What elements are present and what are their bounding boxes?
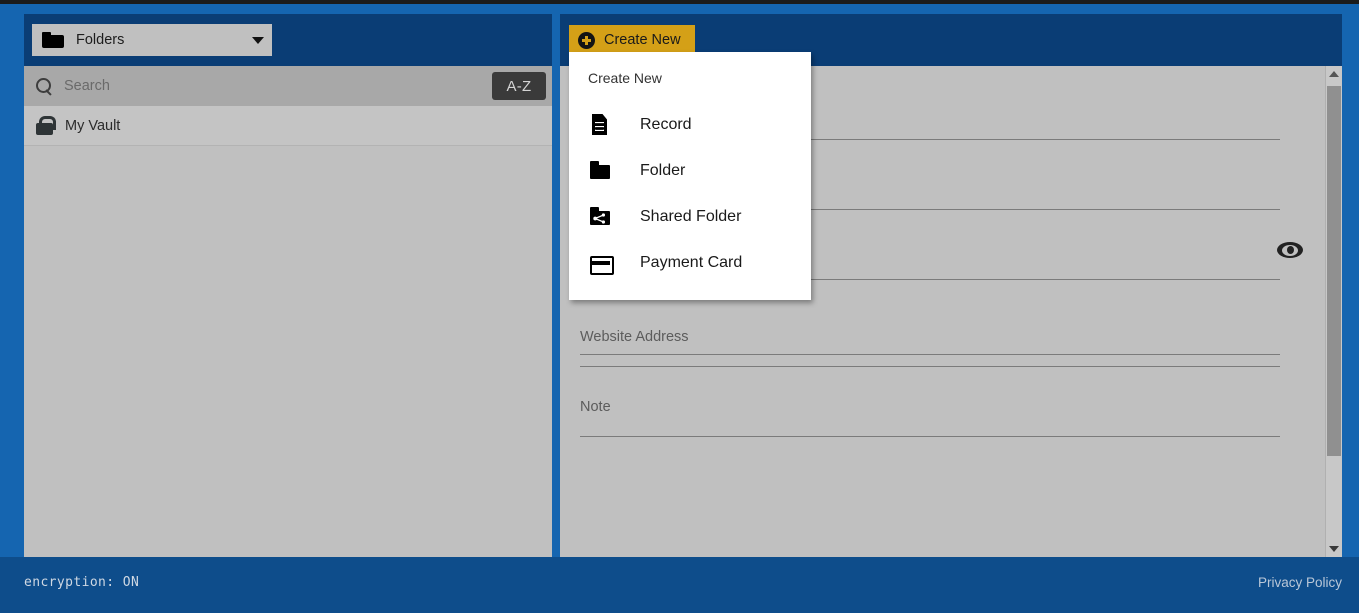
menu-item-label: Shared Folder xyxy=(640,208,742,225)
menu-item-folder[interactable]: Folder xyxy=(569,148,811,194)
document-icon xyxy=(588,113,612,137)
folder-icon xyxy=(42,32,64,48)
scrollbar-down-button[interactable] xyxy=(1326,541,1342,557)
privacy-policy-link[interactable]: Privacy Policy xyxy=(1258,575,1342,590)
search-icon xyxy=(36,77,53,95)
sidebar-list-empty-area xyxy=(24,146,552,557)
folders-dropdown-label: Folders xyxy=(76,32,125,48)
form-field-note[interactable]: Note xyxy=(580,381,1280,437)
credit-card-icon xyxy=(588,251,614,275)
menu-item-shared-folder[interactable]: Shared Folder xyxy=(569,194,811,240)
scrollbar-up-button[interactable] xyxy=(1326,66,1342,82)
plus-circle-icon xyxy=(578,31,595,49)
eye-icon xyxy=(1277,242,1303,258)
sidebar-header: Folders xyxy=(24,14,552,66)
form-field-label: Note xyxy=(580,399,611,415)
status-bar: encryption: ON Privacy Policy xyxy=(0,557,1359,613)
form-field-label: Website Address xyxy=(580,329,689,345)
create-new-button-label: Create New xyxy=(604,32,681,48)
shared-folder-icon xyxy=(588,205,612,229)
folder-icon xyxy=(588,159,612,183)
folders-dropdown[interactable]: Folders xyxy=(32,24,272,56)
search-input[interactable] xyxy=(64,78,492,94)
menu-item-record[interactable]: Record xyxy=(569,102,811,148)
sidebar-panel: Folders A-Z My Vault xyxy=(24,14,552,557)
sidebar-item-my-vault[interactable]: My Vault xyxy=(24,106,552,146)
menu-item-label: Payment Card xyxy=(640,254,743,271)
menu-item-label: Folder xyxy=(640,162,686,179)
application-window: Folders A-Z My Vault Create New xyxy=(0,0,1359,613)
main-scrollbar[interactable] xyxy=(1325,66,1342,557)
menu-item-payment-card[interactable]: Payment Card xyxy=(569,240,811,286)
chevron-down-icon xyxy=(252,36,264,44)
scrollbar-thumb[interactable] xyxy=(1327,86,1341,456)
share-nodes-glyph xyxy=(593,213,605,224)
triangle-down-icon xyxy=(1329,546,1339,552)
window-top-strip xyxy=(0,0,1359,4)
create-new-button[interactable]: Create New xyxy=(569,25,695,55)
create-new-menu-title: Create New xyxy=(588,70,662,86)
lock-icon xyxy=(36,116,56,135)
menu-item-label: Record xyxy=(640,116,692,133)
sort-az-button[interactable]: A-Z xyxy=(492,72,546,100)
create-new-menu: Create New Record Folder Shared Folder P xyxy=(569,52,811,300)
form-field-label xyxy=(580,299,1280,306)
reveal-password-button[interactable] xyxy=(1277,240,1303,260)
sidebar-item-label: My Vault xyxy=(65,117,121,134)
encryption-status-text: encryption: ON xyxy=(24,575,140,590)
form-field-website-address[interactable]: Website Address xyxy=(580,311,1280,367)
search-bar: A-Z xyxy=(24,66,552,106)
triangle-up-icon xyxy=(1329,71,1339,77)
